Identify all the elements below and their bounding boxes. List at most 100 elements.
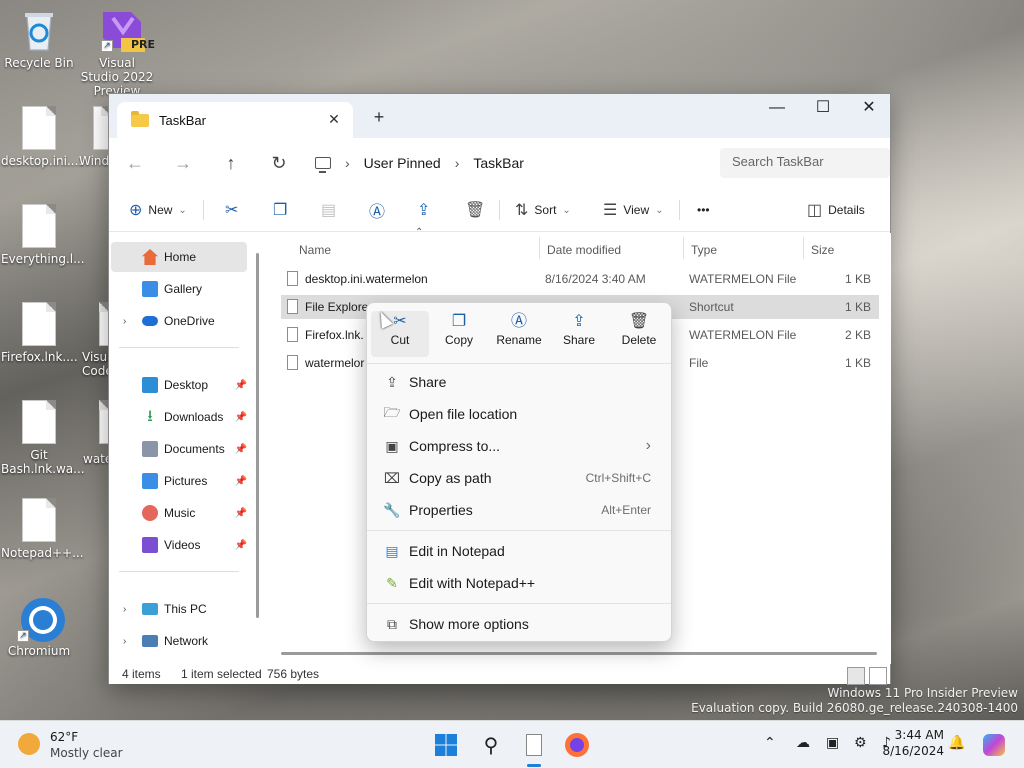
new-tab-button[interactable]: +: [367, 106, 391, 130]
tiles-view-toggle[interactable]: [869, 667, 887, 685]
menu-item-show-more-options[interactable]: ⧉ Show more options: [373, 609, 665, 639]
desktop-icon-firefox-lnk[interactable]: Firefox.lnk....: [1, 302, 78, 364]
desktop-icon-recycle-bin[interactable]: Recycle Bin: [1, 8, 77, 70]
nav-item-gallery[interactable]: Gallery: [111, 274, 247, 304]
search-icon[interactable]: ⚲: [475, 729, 507, 761]
copy-button[interactable]: ❐: [273, 195, 287, 225]
nav-item-home[interactable]: Home: [111, 242, 247, 272]
more-options-button[interactable]: •••: [697, 195, 710, 225]
cut-button[interactable]: ✂: [225, 195, 238, 225]
share-quick-action[interactable]: ⇪ Share: [550, 311, 608, 357]
display-icon[interactable]: ▣: [826, 735, 839, 751]
pin-icon[interactable]: 📌: [235, 476, 247, 487]
column-divider[interactable]: [683, 237, 684, 259]
nav-scrollbar[interactable]: [256, 253, 259, 618]
back-arrow-icon[interactable]: ←: [121, 150, 149, 176]
chevron-right-icon[interactable]: ›: [123, 604, 126, 615]
nav-item-documents[interactable]: Documents 📌: [111, 434, 247, 464]
pin-icon[interactable]: 📌: [235, 444, 247, 455]
download-arrow-icon: ⭳: [147, 408, 153, 425]
column-divider[interactable]: [803, 237, 804, 259]
file-icon: [19, 106, 59, 150]
desktop-icon-chromium[interactable]: ↗ Chromium: [1, 596, 77, 658]
menu-item-properties[interactable]: 🔧 Properties Alt+Enter: [373, 495, 665, 525]
details-view-toggle[interactable]: [847, 667, 865, 685]
pin-icon[interactable]: 📌: [235, 380, 247, 391]
menu-item-edit-in-notepad[interactable]: ▤ Edit in Notepad: [373, 536, 665, 566]
copilot-preview-icon[interactable]: [978, 729, 1010, 761]
chevron-right-icon[interactable]: ›: [123, 636, 126, 647]
tab-close-icon[interactable]: ✕: [325, 110, 343, 128]
nav-item-this-pc[interactable]: › This PC: [111, 594, 247, 624]
breadcrumb-taskbar[interactable]: TaskBar: [473, 155, 524, 171]
desktop-icon-visual-studio[interactable]: PRE ↗ Visual Studio 2022 Preview: [79, 8, 155, 98]
close-button[interactable]: ✕: [846, 94, 892, 126]
share-icon: ⇪: [386, 373, 398, 390]
refresh-icon[interactable]: ↻: [265, 150, 293, 176]
watermark-build: Evaluation copy. Build 26080.ge_release.…: [691, 701, 1018, 715]
desktop-icon-vscode[interactable]: Visua Code: [79, 302, 109, 378]
share-button[interactable]: ⇪: [417, 195, 430, 225]
menu-item-open-file-location[interactable]: 🗁 Open file location: [373, 399, 665, 429]
menu-item-edit-with-notepadpp[interactable]: ✎ Edit with Notepad++: [373, 568, 665, 598]
weather-widget[interactable]: 62°F Mostly clear: [16, 729, 126, 761]
column-header-name[interactable]: Name: [299, 243, 331, 257]
notification-bell-icon[interactable]: 🔔: [948, 735, 965, 751]
column-header-type[interactable]: Type: [691, 243, 717, 257]
delete-button[interactable]: 🗑: [465, 195, 485, 225]
clock[interactable]: 3:44 AM 8/16/2024: [882, 727, 944, 759]
sort-button[interactable]: ⇅ Sort ⌄: [515, 195, 571, 225]
nav-item-desktop[interactable]: Desktop 📌: [111, 370, 247, 400]
rename-quick-action[interactable]: Ⓐ Rename: [490, 311, 548, 357]
desktop-icon-desktop-ini[interactable]: desktop.ini....: [1, 106, 82, 168]
pin-icon[interactable]: 📌: [235, 508, 247, 519]
tab-taskbar[interactable]: TaskBar ✕: [117, 102, 353, 138]
nav-item-pictures[interactable]: Pictures 📌: [111, 466, 247, 496]
view-button[interactable]: ☰ View ⌄: [603, 195, 664, 225]
chevron-up-icon[interactable]: ⌃: [764, 735, 776, 751]
maximize-button[interactable]: ☐: [800, 94, 846, 126]
column-header-date[interactable]: Date modified: [547, 243, 621, 257]
table-row[interactable]: desktop.ini.watermelon 8/16/2024 3:40 AM…: [281, 267, 879, 291]
menu-item-copy-as-path[interactable]: ⌧ Copy as path Ctrl+Shift+C: [373, 463, 665, 493]
breadcrumb[interactable]: › User Pinned › TaskBar: [315, 149, 524, 177]
desktop-icon-wind[interactable]: Wind: [79, 106, 111, 168]
paste-button[interactable]: ▤: [321, 195, 336, 225]
nav-label: Gallery: [164, 282, 203, 296]
nav-item-network[interactable]: › Network: [111, 626, 247, 656]
desktop-icon-notepadpp[interactable]: Notepad++...: [1, 498, 84, 560]
menu-item-share[interactable]: ⇪ Share: [373, 367, 665, 397]
nav-item-music[interactable]: Music 📌: [111, 498, 247, 528]
breadcrumb-user-pinned[interactable]: User Pinned: [364, 155, 441, 171]
minimize-button[interactable]: —: [754, 94, 800, 126]
taskbar-file-explorer[interactable]: [518, 729, 550, 767]
nav-item-onedrive[interactable]: › OneDrive: [111, 306, 247, 336]
horizontal-scrollbar[interactable]: [281, 652, 877, 655]
start-button[interactable]: [430, 729, 462, 761]
desktop-icon-git-bash[interactable]: Git Bash.lnk.wa...: [1, 400, 85, 476]
pin-icon[interactable]: 📌: [235, 540, 247, 551]
nav-label: Downloads: [164, 410, 224, 424]
delete-quick-action[interactable]: 🗑 Delete: [610, 311, 668, 357]
search-input[interactable]: Search TaskBar: [720, 148, 890, 178]
pin-icon[interactable]: 📌: [235, 412, 247, 423]
menu-item-compress[interactable]: ▣ Compress to... ›: [373, 431, 665, 461]
network-disconnected-icon[interactable]: ☁: [796, 735, 810, 751]
details-button[interactable]: ◫ Details: [807, 195, 865, 225]
accessibility-icon[interactable]: ⚙: [854, 735, 867, 751]
rename-button[interactable]: Ⓐ: [369, 195, 385, 225]
chromium-icon: ↗: [17, 596, 65, 642]
nav-item-videos[interactable]: Videos 📌: [111, 530, 247, 560]
copy-quick-action[interactable]: ❐ Copy: [430, 311, 488, 357]
column-header-size[interactable]: Size: [811, 243, 834, 257]
taskbar-firefox[interactable]: [561, 729, 593, 761]
desktop-icon-everything[interactable]: Everything.l...: [1, 204, 85, 266]
forward-arrow-icon[interactable]: →: [169, 150, 197, 176]
column-divider[interactable]: [539, 237, 540, 259]
shortcut-arrow-icon: ↗: [101, 40, 113, 52]
new-button[interactable]: ⊕ New ⌄: [129, 195, 187, 225]
nav-item-downloads[interactable]: ⭳ Downloads 📌: [111, 402, 247, 432]
desktop-icon-wate[interactable]: wate: [79, 400, 109, 466]
up-arrow-icon[interactable]: ↑: [217, 150, 245, 176]
chevron-right-icon[interactable]: ›: [123, 316, 126, 327]
